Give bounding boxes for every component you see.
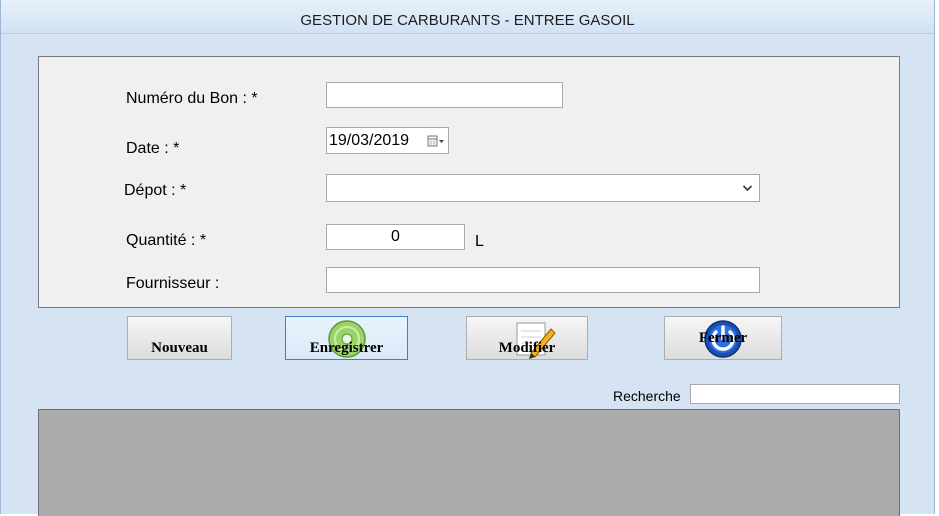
search-input[interactable] [690, 384, 900, 404]
fermer-button[interactable]: Fermer [664, 316, 782, 360]
calendar-icon[interactable] [427, 134, 445, 148]
modifier-label: Modifier [498, 340, 556, 356]
date-value: 19/03/2019 [329, 132, 410, 149]
quantite-unit: L [475, 233, 484, 250]
entry-form-panel: Numéro du Bon : * Date : * 19/03/2019 Dé… [38, 56, 900, 308]
search-label: Recherche [613, 388, 681, 404]
nouveau-button[interactable]: Nouveau [127, 316, 232, 360]
fournisseur-label: Fournisseur : [126, 275, 220, 292]
quantite-input[interactable]: 0 [326, 224, 465, 250]
window-title: GESTION DE CARBURANTS - ENTREE GASOIL [1, 0, 934, 34]
quantite-label: Quantité : * [126, 232, 207, 249]
nouveau-label: Nouveau [151, 340, 208, 356]
date-picker[interactable]: 19/03/2019 [326, 127, 449, 154]
numero-input[interactable] [326, 82, 563, 108]
depot-label: Dépot : * [124, 182, 187, 199]
enregistrer-button[interactable]: Enregistrer [285, 316, 408, 360]
date-label: Date : * [126, 140, 180, 157]
app-window: GESTION DE CARBURANTS - ENTREE GASOIL Nu… [0, 0, 935, 516]
depot-select[interactable] [326, 174, 760, 202]
numero-label: Numéro du Bon : * [126, 90, 258, 107]
chevron-down-icon [742, 185, 753, 192]
fournisseur-input[interactable] [326, 267, 760, 293]
enregistrer-label: Enregistrer [309, 340, 384, 356]
entries-grid[interactable] [38, 409, 900, 516]
fermer-label: Fermer [698, 330, 748, 346]
modifier-button[interactable]: Modifier [466, 316, 588, 360]
